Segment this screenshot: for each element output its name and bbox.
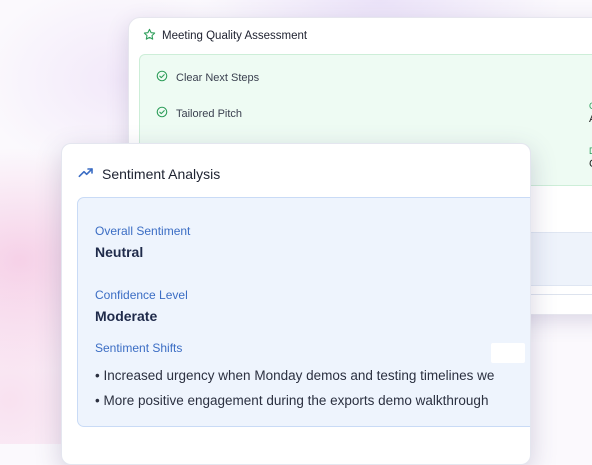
sentiment-panel: Overall Sentiment Neutral Confidence Lev… — [77, 197, 530, 427]
check-item-label: Clear Next Steps — [176, 71, 260, 84]
trending-up-icon — [78, 166, 94, 182]
confidence-level-value: Moderate — [95, 308, 158, 324]
overall-sentiment-label: Overall Sentiment — [95, 224, 191, 238]
placeholder-block — [491, 343, 525, 363]
sentiment-title: Sentiment Analysis — [102, 166, 221, 182]
confidence-level-label: Confidence Level — [95, 288, 188, 302]
star-icon — [143, 28, 156, 44]
sentiment-shift-item: • Increased urgency when Monday demos an… — [95, 368, 495, 383]
sentiment-shifts-label: Sentiment Shifts — [95, 341, 183, 355]
check-item-label: Tailored Pitch — [176, 107, 243, 120]
meeting-quality-header: Meeting Quality Assessment — [143, 28, 307, 44]
sentiment-shift-item: • More positive engagement during the ex… — [95, 393, 489, 408]
sentiment-analysis-card: Sentiment Analysis Overall Sentiment Neu… — [61, 143, 531, 465]
check-circle-icon — [156, 106, 168, 121]
check-item: Clear Next Steps — [156, 70, 259, 85]
overall-sentiment-value: Neutral — [95, 244, 144, 260]
check-circle-icon — [156, 70, 168, 85]
meeting-quality-title: Meeting Quality Assessment — [162, 30, 308, 42]
check-item: Tailored Pitch — [156, 106, 242, 121]
sentiment-header: Sentiment Analysis — [78, 166, 220, 182]
